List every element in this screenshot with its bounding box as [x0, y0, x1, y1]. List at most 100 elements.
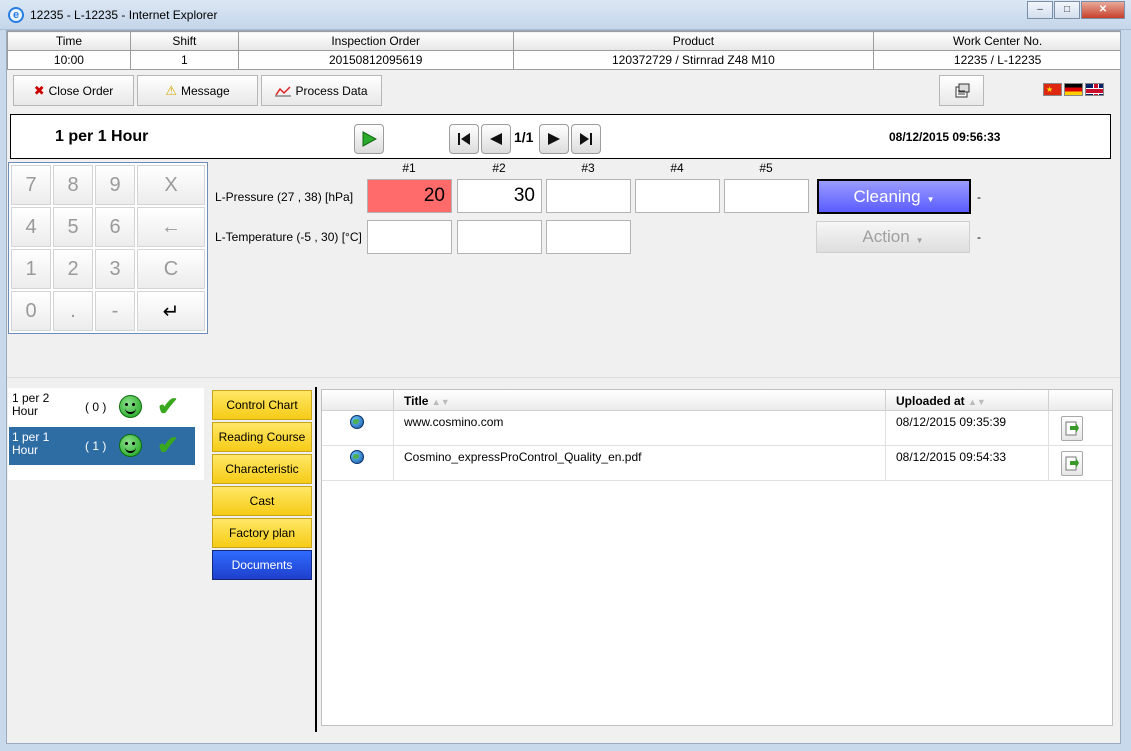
download-icon — [1065, 421, 1079, 435]
maximize-button[interactable]: □ — [1054, 1, 1080, 19]
download-icon — [1065, 456, 1079, 470]
plan-item-1-per-2-hour[interactable]: 1 per 2 Hour ( 0 ) ✔ — [9, 388, 195, 426]
document-row[interactable]: Cosmino_expressProControl_Quality_en.pdf… — [322, 446, 1112, 481]
pressure-sample-2[interactable]: 30 — [457, 179, 542, 213]
plan-count: ( 0 ) — [85, 400, 107, 414]
temperature-label: L-Temperature (-5 , 30) [°C] — [215, 230, 362, 244]
smiley-icon — [119, 395, 142, 418]
temperature-sample-3[interactable] — [546, 220, 631, 254]
previous-icon — [490, 133, 502, 145]
temperature-sample-1[interactable] — [367, 220, 452, 254]
sort-icon: ▲▼ — [431, 397, 450, 407]
action-dropdown[interactable]: Action ▼ — [816, 221, 970, 253]
key-c[interactable]: C — [137, 249, 205, 289]
key-backspace[interactable]: ← — [137, 207, 205, 247]
pressure-sample-1[interactable]: 20 — [367, 179, 452, 213]
key-minus[interactable]: - — [95, 291, 135, 331]
key-1[interactable]: 1 — [11, 249, 51, 289]
plan-item-1-per-1-hour[interactable]: 1 per 1 Hour ( 1 ) ✔ — [9, 427, 195, 465]
download-button[interactable] — [1061, 451, 1083, 476]
key-0[interactable]: 0 — [11, 291, 51, 331]
header-work-center-value: 12235 / L-12235 — [873, 50, 1120, 70]
message-button[interactable]: ⚠ Message — [137, 75, 258, 106]
uploaded-column-header[interactable]: Uploaded at ▲▼ — [886, 390, 1049, 411]
characteristic-button[interactable]: Characteristic — [212, 454, 312, 484]
document-title: Cosmino_expressProControl_Quality_en.pdf — [394, 446, 886, 481]
control-chart-button[interactable]: Control Chart — [212, 390, 312, 420]
close-order-button[interactable]: ✖ Close Order — [13, 75, 134, 106]
play-button[interactable] — [354, 124, 384, 154]
header-inspection-order-label: Inspection Order — [237, 31, 514, 51]
action-label: Action — [862, 227, 910, 246]
panel-divider — [315, 387, 317, 732]
close-order-icon: ✖ — [33, 82, 45, 98]
icon-column-header — [322, 390, 394, 411]
plan-name: 1 per 2 Hour — [12, 391, 50, 418]
sample-header-1: #1 — [402, 161, 416, 175]
german-flag-icon[interactable] — [1064, 83, 1083, 96]
title-column-header[interactable]: Title ▲▼ — [394, 390, 886, 411]
key-7[interactable]: 7 — [11, 165, 51, 205]
close-order-label: Close Order — [48, 83, 114, 98]
key-clear-x[interactable]: X — [137, 165, 205, 205]
key-decimal[interactable]: . — [53, 291, 93, 331]
document-icon-cell — [322, 446, 394, 481]
message-label: Message — [180, 83, 230, 98]
toolbar: ✖ Close Order ⚠ Message Process Data ★ — [7, 69, 1120, 113]
previous-page-button[interactable] — [481, 124, 511, 154]
key-8[interactable]: 8 — [53, 165, 93, 205]
key-3[interactable]: 3 — [95, 249, 135, 289]
cleaning-label: Cleaning — [853, 186, 921, 206]
section-divider — [7, 377, 1120, 378]
process-data-button[interactable]: Process Data — [261, 75, 382, 106]
close-window-button[interactable]: ✕ — [1081, 1, 1125, 19]
page-indicator: 1/1 — [514, 129, 534, 145]
key-9[interactable]: 9 — [95, 165, 135, 205]
cleaning-action-dropdown[interactable]: Cleaning ▼ — [817, 179, 971, 214]
document-uploaded-at: 08/12/2015 09:54:33 — [886, 446, 1049, 481]
english-flag-icon[interactable] — [1085, 83, 1104, 96]
header-time-label: Time — [7, 31, 131, 51]
minimize-button[interactable]: – — [1027, 1, 1053, 19]
document-title: www.cosmino.com — [394, 411, 886, 446]
process-data-label: Process Data — [295, 83, 368, 98]
next-icon — [548, 133, 560, 145]
pressure-sample-3[interactable] — [546, 179, 631, 213]
cast-button[interactable]: Cast — [212, 486, 312, 516]
next-page-button[interactable] — [539, 124, 569, 154]
last-page-button[interactable] — [571, 124, 601, 154]
header-product-label: Product — [512, 31, 875, 51]
header-time-value: 10:00 — [7, 50, 131, 70]
smiley-icon — [119, 434, 142, 457]
document-row[interactable]: www.cosmino.com 08/12/2015 09:35:39 — [322, 411, 1112, 446]
chinese-flag-icon[interactable]: ★ — [1043, 83, 1062, 96]
title-header-label: Title — [404, 394, 429, 408]
key-5[interactable]: 5 — [53, 207, 93, 247]
pressure-sample-5[interactable] — [724, 179, 809, 213]
dropdown-caret-icon: ▼ — [926, 195, 935, 204]
checkmark-icon: ✔ — [157, 391, 179, 421]
key-6[interactable]: 6 — [95, 207, 135, 247]
key-2[interactable]: 2 — [53, 249, 93, 289]
order-header: Time Shift Inspection Order Product Work… — [7, 31, 1120, 70]
temperature-suffix: - — [977, 230, 981, 244]
settings-icon — [955, 83, 969, 97]
key-4[interactable]: 4 — [11, 207, 51, 247]
documents-button[interactable]: Documents — [212, 550, 312, 580]
plan-count: ( 1 ) — [85, 439, 107, 453]
settings-button[interactable] — [939, 75, 984, 106]
numeric-keypad: 7 8 9 X 4 5 6 ← 1 2 3 C 0 . - ↵ — [8, 162, 208, 334]
language-flags: ★ — [1043, 83, 1104, 96]
first-page-button[interactable] — [449, 124, 479, 154]
sort-icon: ▲▼ — [968, 397, 986, 407]
key-enter[interactable]: ↵ — [137, 291, 205, 331]
globe-icon — [350, 450, 364, 464]
reading-course-button[interactable]: Reading Course — [212, 422, 312, 452]
factory-plan-button[interactable]: Factory plan — [212, 518, 312, 548]
download-button[interactable] — [1061, 416, 1083, 441]
temperature-sample-2[interactable] — [457, 220, 542, 254]
warning-icon: ⚠ — [165, 82, 177, 98]
sample-header-5: #5 — [759, 161, 773, 175]
pressure-sample-4[interactable] — [635, 179, 720, 213]
interval-title: 1 per 1 Hour — [55, 128, 149, 145]
